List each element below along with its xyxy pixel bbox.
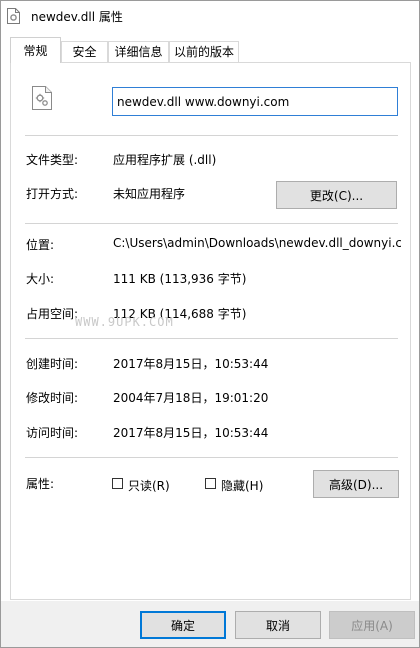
hidden-checkbox[interactable]: 隐藏(H) xyxy=(205,477,275,493)
title-bar[interactable]: newdev.dll 属性 xyxy=(1,1,419,31)
dll-file-icon xyxy=(7,8,20,24)
modified-label: 修改时间: xyxy=(26,391,79,405)
accessed-label: 访问时间: xyxy=(26,426,79,440)
hidden-checkbox-box[interactable] xyxy=(205,478,216,489)
size-label: 大小: xyxy=(26,272,55,286)
file-type-label: 文件类型: xyxy=(26,153,79,167)
created-label: 创建时间: xyxy=(26,357,79,371)
file-type-value: 应用程序扩展 (.dll) xyxy=(113,153,217,167)
window-title: newdev.dll 属性 xyxy=(31,10,123,24)
file-name-input[interactable] xyxy=(112,87,398,116)
ok-button[interactable]: 确定 xyxy=(140,611,226,639)
separator xyxy=(25,223,398,224)
opens-with-label: 打开方式: xyxy=(26,187,79,201)
modified-value: 2004年7月18日，19:01:20 xyxy=(113,391,269,405)
accessed-value: 2017年8月15日，10:53:44 xyxy=(113,426,269,440)
size-on-disk-label: 占用空间: xyxy=(26,307,79,321)
general-tab-panel xyxy=(10,62,411,600)
properties-window: newdev.dll 属性 常规 安全 详细信息 以前的版本 文件类型: 应用程… xyxy=(0,0,420,648)
hidden-checkbox-label[interactable]: 隐藏(H) xyxy=(221,477,263,494)
opens-with-value: 未知应用程序 xyxy=(113,187,186,201)
location-label: 位置: xyxy=(26,238,55,252)
location-value: C:\Users\admin\Downloads\newdev.dll_down… xyxy=(113,236,401,250)
created-value: 2017年8月15日，10:53:44 xyxy=(113,357,269,371)
apply-button[interactable]: 应用(A) xyxy=(329,611,415,639)
tab-general[interactable]: 常规 xyxy=(10,37,61,63)
readonly-checkbox-box[interactable] xyxy=(112,478,123,489)
tab-details[interactable]: 详细信息 xyxy=(108,41,169,62)
watermark: WWW.9UPK.COM xyxy=(75,315,174,329)
readonly-checkbox[interactable]: 只读(R) xyxy=(112,477,182,493)
tab-previous-versions[interactable]: 以前的版本 xyxy=(169,41,239,62)
dll-large-icon xyxy=(32,86,52,110)
readonly-checkbox-label[interactable]: 只读(R) xyxy=(128,477,170,494)
separator xyxy=(25,135,398,136)
attributes-label: 属性: xyxy=(26,477,55,491)
size-value: 111 KB (113,936 字节) xyxy=(113,272,247,286)
separator xyxy=(25,457,398,458)
separator xyxy=(25,338,398,339)
cancel-button[interactable]: 取消 xyxy=(235,611,321,639)
tab-security[interactable]: 安全 xyxy=(61,41,108,62)
advanced-button[interactable]: 高级(D)... xyxy=(313,470,399,498)
change-button[interactable]: 更改(C)... xyxy=(276,181,397,209)
